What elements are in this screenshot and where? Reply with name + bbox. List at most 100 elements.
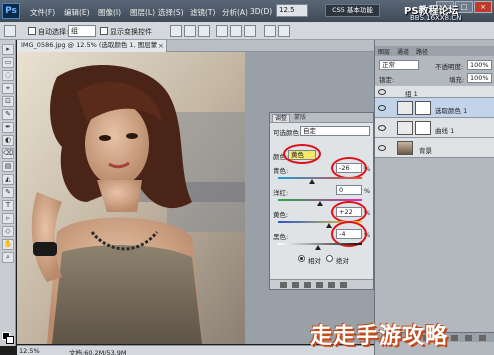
- tab-paths[interactable]: 路径: [416, 47, 428, 56]
- tab-layers[interactable]: 图层: [378, 47, 390, 56]
- distribute-icon[interactable]: [264, 25, 276, 37]
- document-photo[interactable]: [17, 52, 245, 344]
- cyan-slider-thumb[interactable]: [309, 179, 315, 184]
- eye-icon[interactable]: [378, 89, 386, 95]
- crop-tool-icon[interactable]: ⊡: [2, 96, 14, 107]
- layer-curves[interactable]: 曲线 1: [375, 118, 494, 138]
- lasso-tool-icon[interactable]: ◌: [2, 70, 14, 81]
- folder-icon[interactable]: [451, 335, 458, 341]
- eraser-tool-icon[interactable]: ⌫: [2, 148, 14, 159]
- tab-masks[interactable]: 蒙版: [292, 114, 308, 122]
- pen-tool-icon[interactable]: ✎: [2, 187, 14, 198]
- reset-icon[interactable]: [328, 282, 335, 288]
- absolute-radio[interactable]: [326, 255, 333, 262]
- align-left-icon[interactable]: [216, 25, 228, 37]
- menu-select[interactable]: 选择(S): [158, 7, 184, 18]
- brush-tool-icon[interactable]: ✒: [2, 122, 14, 133]
- show-transform-checkbox[interactable]: [100, 27, 108, 35]
- relative-label: 相对: [308, 257, 321, 265]
- status-zoom[interactable]: 12.5%: [19, 347, 40, 355]
- magenta-field[interactable]: 0: [336, 185, 362, 195]
- yellow-label: 黄色:: [273, 211, 289, 219]
- cyan-slider[interactable]: [278, 177, 362, 179]
- menu-image[interactable]: 图像(I): [98, 7, 121, 18]
- close-tab-icon[interactable]: ×: [158, 41, 164, 52]
- close-button[interactable]: ×: [474, 1, 492, 13]
- portrait-image: [17, 52, 245, 344]
- align-right-icon[interactable]: [244, 25, 256, 37]
- align-top-icon[interactable]: [170, 25, 182, 37]
- black-slider-thumb[interactable]: [315, 245, 321, 250]
- delete-icon[interactable]: [340, 282, 347, 288]
- align-bottom-icon[interactable]: [198, 25, 210, 37]
- layer-name: 背景: [419, 147, 432, 155]
- zoom-tool-icon[interactable]: ⌕: [2, 252, 14, 263]
- path-select-tool-icon[interactable]: ▹: [2, 213, 14, 224]
- previous-state-icon[interactable]: [316, 282, 323, 288]
- menu-3d[interactable]: 3D(D): [250, 7, 272, 16]
- menu-edit[interactable]: 编辑(E): [64, 7, 90, 18]
- layer-group[interactable]: 组 1: [375, 86, 494, 98]
- layer-selective-color[interactable]: 选取颜色 1: [375, 98, 494, 118]
- fill-field[interactable]: 100%: [467, 73, 492, 83]
- layers-panel: 图层 通道 路径 正常 不透明度: 100% 锁定: 填充: 100% 组 1 …: [374, 40, 494, 355]
- eye-icon[interactable]: [378, 105, 386, 111]
- clone-stamp-tool-icon[interactable]: ◐: [2, 135, 14, 146]
- mask-thumb-icon: [415, 121, 431, 135]
- yellow-slider-thumb[interactable]: [326, 223, 332, 228]
- dodge-tool-icon[interactable]: ◭: [2, 174, 14, 185]
- auto-select-checkbox[interactable]: [28, 27, 36, 35]
- menu-filter[interactable]: 滤镜(T): [190, 7, 215, 18]
- distribute-h-icon[interactable]: [278, 25, 290, 37]
- curves-thumb-icon: [397, 121, 413, 135]
- align-middle-icon[interactable]: [184, 25, 196, 37]
- highlight-oval-yellow: [331, 201, 367, 223]
- hand-tool-icon[interactable]: ✋: [2, 239, 14, 250]
- adjustments-footer: [270, 279, 373, 289]
- show-transform-label: 显示变换控件: [110, 28, 152, 36]
- clip-icon[interactable]: [292, 282, 299, 288]
- tab-channels[interactable]: 通道: [397, 47, 409, 56]
- tab-adjustments[interactable]: 调整: [272, 114, 291, 122]
- return-icon[interactable]: [280, 282, 287, 288]
- menu-file[interactable]: 文件(F): [30, 7, 55, 18]
- status-doc-size: 文档:60.2M/53.9M: [69, 349, 127, 355]
- layer-background[interactable]: 背景: [375, 138, 494, 158]
- relative-radio[interactable]: [298, 255, 305, 262]
- magenta-label: 洋红:: [273, 189, 289, 197]
- eye-icon[interactable]: [378, 125, 386, 131]
- blend-mode-select[interactable]: 正常: [379, 60, 419, 70]
- trash-icon[interactable]: [479, 335, 486, 341]
- type-tool-icon[interactable]: T: [2, 200, 14, 211]
- gradient-tool-icon[interactable]: ▤: [2, 161, 14, 172]
- marquee-tool-icon[interactable]: ▭: [2, 57, 14, 68]
- watermark-top-url: BBS.16XX8.CN: [410, 14, 462, 22]
- quick-select-tool-icon[interactable]: ⌖: [2, 83, 14, 94]
- magenta-pct: %: [364, 187, 371, 195]
- auto-select-type[interactable]: 组: [68, 25, 96, 37]
- fill-label: 填充:: [449, 76, 465, 84]
- magenta-slider-thumb[interactable]: [317, 201, 323, 206]
- menu-layer[interactable]: 图层(L): [130, 7, 155, 18]
- highlight-oval-colors: [283, 144, 321, 164]
- visibility-icon[interactable]: [304, 282, 311, 288]
- photoshop-logo: Ps: [2, 3, 20, 19]
- image-thumb-icon: [397, 141, 413, 155]
- zoom-select[interactable]: 12.5: [276, 4, 308, 17]
- eye-icon[interactable]: [378, 145, 386, 151]
- opacity-field[interactable]: 100%: [467, 60, 492, 70]
- shape-tool-icon[interactable]: ◇: [2, 226, 14, 237]
- align-center-icon[interactable]: [230, 25, 242, 37]
- eyedropper-tool-icon[interactable]: ✎: [2, 109, 14, 120]
- background-color-swatch[interactable]: [6, 336, 14, 344]
- new-layer-icon[interactable]: [465, 335, 472, 341]
- adjustments-tabs: 调整 蒙版: [270, 113, 373, 123]
- auto-select-label: 自动选择:: [38, 28, 69, 36]
- document-tab[interactable]: IMG_0586.jpg @ 12.5% (选取颜色 1, 图层蒙版/8) * …: [17, 40, 167, 60]
- move-tool-icon[interactable]: ▸: [2, 44, 14, 55]
- move-tool-icon[interactable]: [4, 25, 16, 37]
- layer-name: 曲线 1: [435, 127, 455, 135]
- menu-analysis[interactable]: 分析(A): [222, 7, 248, 18]
- workspace-badge[interactable]: CS5 基本功能: [325, 4, 380, 17]
- preset-select[interactable]: 自定: [300, 126, 370, 136]
